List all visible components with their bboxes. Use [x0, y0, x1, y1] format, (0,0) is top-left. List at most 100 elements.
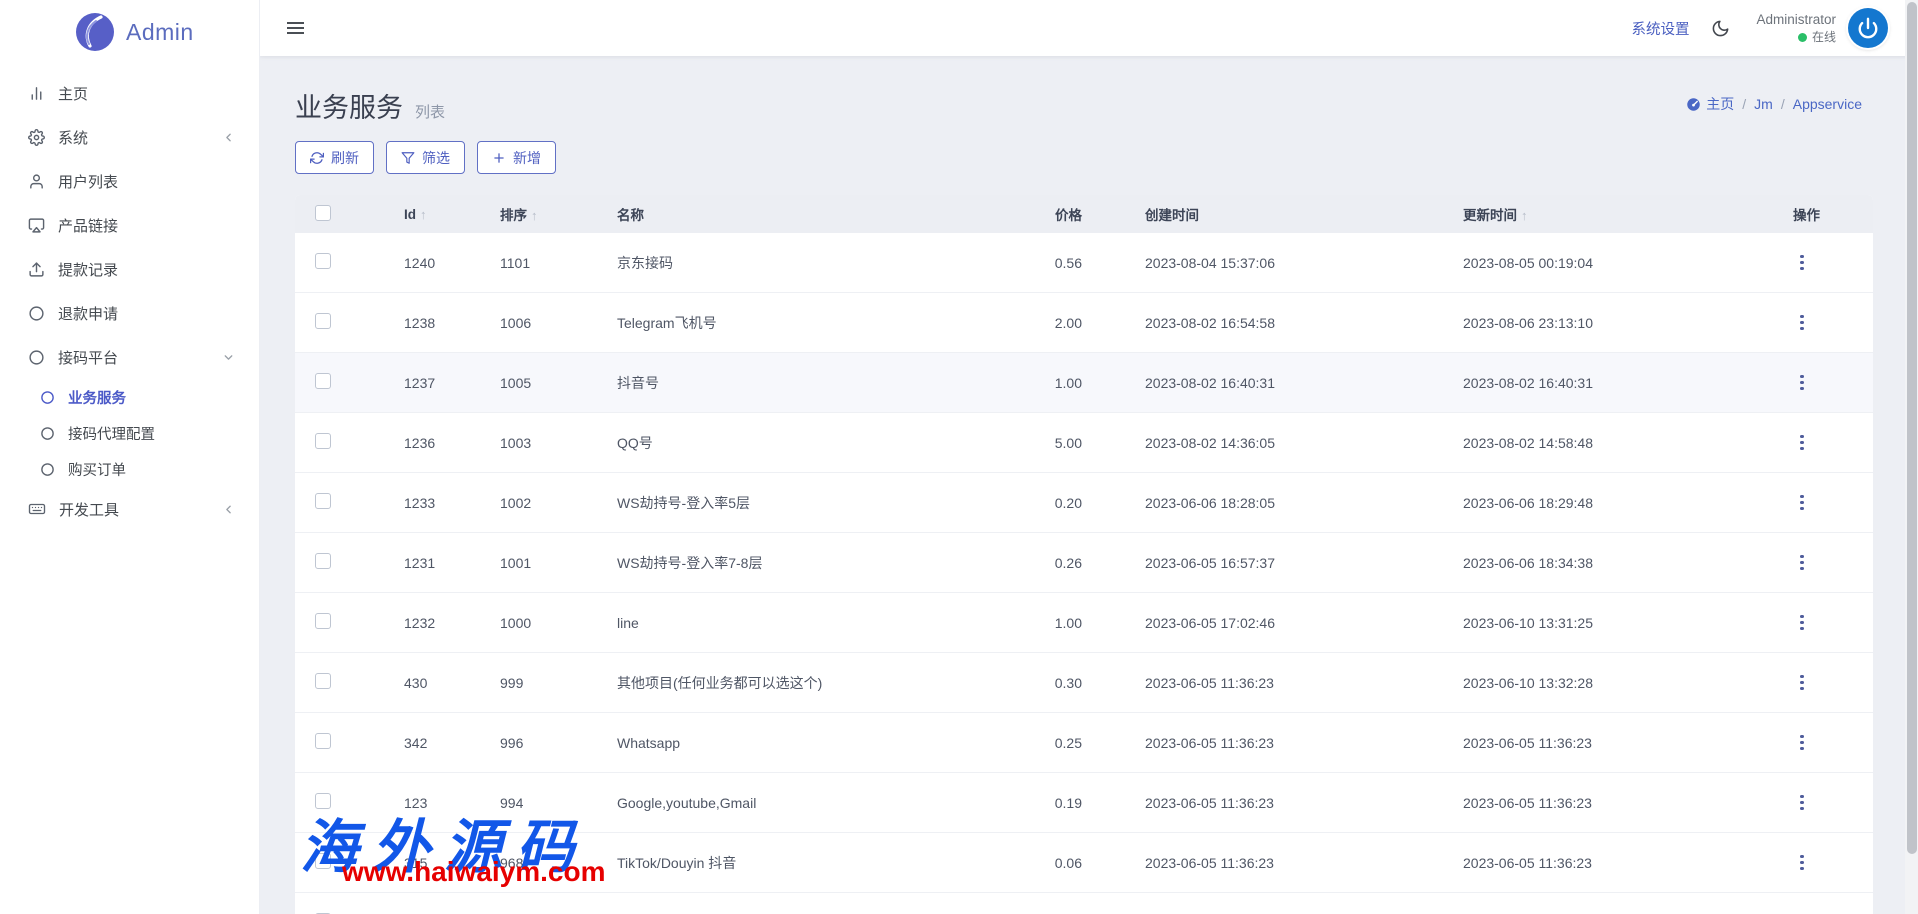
sidebar-item-refund-requests[interactable]: 退款申请	[0, 291, 259, 335]
sidebar-item-business-services[interactable]: 业务服务	[0, 379, 259, 415]
select-all-checkbox[interactable]	[315, 205, 331, 221]
cell-action	[1787, 253, 1873, 273]
cell-created: 2023-06-05 11:36:23	[1082, 795, 1463, 811]
cell-action	[1787, 313, 1873, 333]
row-checkbox[interactable]	[315, 853, 331, 869]
brand-name: Admin	[126, 19, 194, 46]
column-header-id[interactable]: Id↑	[404, 207, 500, 222]
cell-name: WS劫持号-登入率5层	[617, 493, 992, 513]
row-actions-kebab-icon[interactable]	[1793, 613, 1811, 633]
hamburger-menu-icon[interactable]	[287, 22, 304, 34]
breadcrumb-current: Appservice	[1793, 96, 1862, 112]
row-actions-kebab-icon[interactable]	[1793, 793, 1811, 813]
cell-created: 2023-06-06 18:28:05	[1082, 495, 1463, 511]
cell-name: Whatsapp	[617, 735, 992, 751]
row-actions-kebab-icon[interactable]	[1793, 733, 1811, 753]
row-checkbox[interactable]	[315, 613, 331, 629]
row-checkbox[interactable]	[315, 553, 331, 569]
sidebar-item-system[interactable]: 系统	[0, 115, 259, 159]
cell-name: WS劫持号-登入率7-8层	[617, 553, 992, 573]
column-header-price[interactable]: 价格	[992, 204, 1082, 224]
cell-sort: 1003	[500, 435, 617, 451]
system-settings-link[interactable]: 系统设置	[1631, 18, 1689, 39]
row-checkbox[interactable]	[315, 373, 331, 389]
cell-action	[1787, 553, 1873, 573]
row-checkbox[interactable]	[315, 733, 331, 749]
row-checkbox[interactable]	[315, 253, 331, 269]
row-select-cell	[295, 733, 404, 752]
row-checkbox[interactable]	[315, 433, 331, 449]
cell-id: 315	[404, 855, 500, 871]
row-checkbox[interactable]	[315, 673, 331, 689]
cell-price: 0.19	[992, 795, 1082, 811]
avatar[interactable]	[1848, 8, 1888, 48]
filter-label: 筛选	[422, 148, 450, 168]
column-header-sort[interactable]: 排序↑	[500, 204, 617, 224]
sidebar-item-label: 提款记录	[58, 259, 235, 280]
sidebar: Admin 主页 系统 用户列表 产品链接 提款记录 退款申请	[0, 0, 260, 914]
table-body: 12401101京东接码0.562023-08-04 15:37:062023-…	[295, 233, 1873, 914]
sort-arrow-icon: ↑	[531, 208, 538, 223]
cell-created: 2023-08-02 16:40:31	[1082, 375, 1463, 391]
sidebar-item-sms-agent-config[interactable]: 接码代理配置	[0, 415, 259, 451]
sidebar-item-label: 开发工具	[59, 499, 222, 520]
row-actions-kebab-icon[interactable]	[1793, 553, 1811, 573]
row-actions-kebab-icon[interactable]	[1793, 433, 1811, 453]
cell-price: 0.26	[992, 555, 1082, 571]
breadcrumb-home[interactable]: 主页	[1686, 94, 1734, 114]
page-header: 业务服务 列表	[295, 86, 1873, 125]
sidebar-item-withdraw-records[interactable]: 提款记录	[0, 247, 259, 291]
main-content: 主页 / Jm / Appservice 业务服务 列表 刷新 筛选 新增 Id…	[260, 56, 1918, 914]
toolbar: 刷新 筛选 新增	[295, 141, 1873, 174]
row-select-cell	[295, 433, 404, 452]
sidebar-item-users[interactable]: 用户列表	[0, 159, 259, 203]
table-row: 12361003QQ号5.002023-08-02 14:36:052023-0…	[295, 413, 1873, 473]
cell-updated: 2023-08-06 23:13:10	[1463, 315, 1787, 331]
column-header-created[interactable]: 创建时间	[1082, 204, 1463, 224]
cell-price: 0.56	[992, 255, 1082, 271]
row-checkbox[interactable]	[315, 313, 331, 329]
cell-id: 1240	[404, 255, 500, 271]
cell-id: 1231	[404, 555, 500, 571]
cell-name: 其他项目(任何业务都可以选这个)	[617, 673, 992, 693]
scrollbar-thumb[interactable]	[1907, 2, 1917, 854]
column-header-action: 操作	[1787, 204, 1873, 224]
sidebar-item-home[interactable]: 主页	[0, 71, 259, 115]
column-header-name[interactable]: 名称	[617, 204, 992, 224]
cell-id: 1238	[404, 315, 500, 331]
row-actions-kebab-icon[interactable]	[1793, 673, 1811, 693]
row-actions-kebab-icon[interactable]	[1793, 313, 1811, 333]
row-actions-kebab-icon[interactable]	[1793, 493, 1811, 513]
row-actions-kebab-icon[interactable]	[1793, 853, 1811, 873]
sidebar-item-dev-tools[interactable]: 开发工具	[0, 487, 259, 531]
cell-action	[1787, 613, 1873, 633]
sidebar-item-product-links[interactable]: 产品链接	[0, 203, 259, 247]
breadcrumb-jm[interactable]: Jm	[1754, 96, 1773, 112]
column-header-updated[interactable]: 更新时间↑	[1463, 204, 1787, 224]
circle-icon	[28, 305, 45, 322]
dark-mode-moon-icon[interactable]	[1711, 19, 1730, 38]
cell-created: 2023-08-02 16:54:58	[1082, 315, 1463, 331]
filter-button[interactable]: 筛选	[386, 141, 465, 174]
cell-sort: 1006	[500, 315, 617, 331]
table-row: 12401101京东接码0.562023-08-04 15:37:062023-…	[295, 233, 1873, 293]
row-actions-kebab-icon[interactable]	[1793, 373, 1811, 393]
topbar: 系统设置 Administrator 在线	[260, 0, 1918, 56]
refresh-button[interactable]: 刷新	[295, 141, 374, 174]
row-checkbox[interactable]	[315, 493, 331, 509]
brand-logo[interactable]: Admin	[0, 0, 259, 64]
chevron-left-icon	[222, 131, 235, 144]
row-checkbox[interactable]	[315, 793, 331, 809]
cell-sort: 968	[500, 855, 617, 871]
cell-sort: 1002	[500, 495, 617, 511]
row-actions-kebab-icon[interactable]	[1793, 253, 1811, 273]
add-button[interactable]: 新增	[477, 141, 556, 174]
sidebar-item-sms-platform[interactable]: 接码平台	[0, 335, 259, 379]
sidebar-item-label: 主页	[58, 83, 235, 104]
row-select-cell	[295, 793, 404, 812]
cell-id: 342	[404, 735, 500, 751]
cell-id: 123	[404, 795, 500, 811]
cell-action	[1787, 853, 1873, 873]
sidebar-item-purchase-orders[interactable]: 购买订单	[0, 451, 259, 487]
scrollbar-track[interactable]	[1905, 0, 1918, 914]
